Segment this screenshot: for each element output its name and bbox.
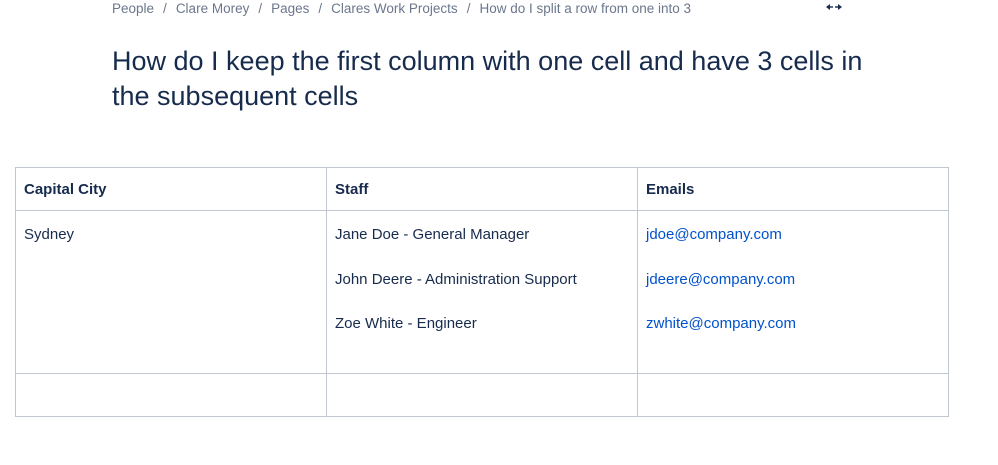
header-emails: Emails <box>637 167 949 211</box>
empty-cell[interactable] <box>15 373 327 417</box>
staff-item: Jane Doe - General Manager <box>335 226 530 243</box>
table-row-empty <box>15 373 949 417</box>
expand-width-icon[interactable] <box>824 0 844 14</box>
breadcrumb-separator: / <box>466 0 471 16</box>
email-link[interactable]: zwhite@company.com <box>646 315 796 332</box>
staff-item: John Deere - Administration Support <box>335 270 577 288</box>
breadcrumb-separator: / <box>258 0 263 16</box>
cell-staff: Jane Doe - General Manager John Deere - … <box>326 210 638 374</box>
header-staff: Staff <box>326 167 638 211</box>
page-title: How do I keep the first column with one … <box>112 46 863 111</box>
breadcrumb-separator: / <box>318 0 323 16</box>
email-link[interactable]: jdeere@company.com <box>646 271 795 288</box>
confluence-page: People / Clare Morey / Pages / Clares Wo… <box>0 0 998 465</box>
table-header-row: Capital City Staff Emails <box>15 167 949 211</box>
breadcrumb-clare-morey[interactable]: Clare Morey <box>176 1 250 16</box>
breadcrumb-pages[interactable]: Pages <box>271 1 309 16</box>
header-capital-city: Capital City <box>15 167 327 211</box>
empty-cell[interactable] <box>326 373 638 417</box>
cell-emails: jdoe@company.com jdeere@company.com zwhi… <box>637 210 949 374</box>
breadcrumb-people[interactable]: People <box>112 1 154 16</box>
city-value: Sydney <box>24 226 75 243</box>
cell-capital-city: Sydney <box>15 210 327 374</box>
table-row: Sydney Jane Doe - General Manager John D… <box>15 210 949 374</box>
breadcrumb-current-page[interactable]: How do I split a row from one into 3 <box>479 1 691 16</box>
breadcrumb-separator: / <box>163 0 167 16</box>
email-link[interactable]: jdoe@company.com <box>646 226 782 243</box>
empty-cell[interactable] <box>637 373 949 417</box>
content-table: Capital City Staff Emails Sydney Jane Do… <box>15 167 949 417</box>
breadcrumb-clares-work-projects[interactable]: Clares Work Projects <box>331 1 458 16</box>
staff-item: Zoe White - Engineer <box>335 315 477 332</box>
breadcrumb: People / Clare Morey / Pages / Clares Wo… <box>112 0 691 16</box>
